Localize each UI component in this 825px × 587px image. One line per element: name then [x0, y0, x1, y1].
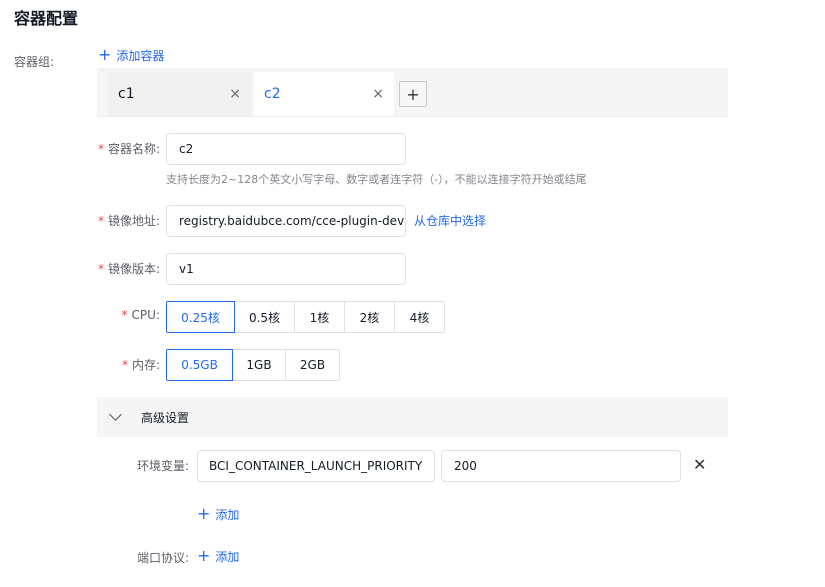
tab-c2[interactable]: c2 ×: [254, 72, 394, 116]
cpu-option[interactable]: 2核: [344, 301, 395, 333]
image-address-input[interactable]: registry.baidubce.com/cce-plugin-dev: [166, 205, 406, 237]
required-mark: *: [121, 358, 128, 372]
plus-icon: +: [98, 45, 112, 64]
memory-option[interactable]: 0.5GB: [166, 349, 233, 381]
tab-c1[interactable]: c1 ×: [108, 72, 251, 116]
required-mark: *: [97, 214, 104, 228]
memory-selector: 0.5GB 1GB 2GB: [166, 349, 340, 381]
required-mark: *: [121, 308, 128, 322]
memory-option[interactable]: 1GB: [232, 349, 286, 381]
cpu-option[interactable]: 1核: [294, 301, 345, 333]
container-tabs: c1 × c2 × +: [97, 68, 728, 117]
add-tab-button[interactable]: +: [399, 81, 427, 107]
env-var-value-input[interactable]: 200: [441, 450, 681, 482]
add-container-button[interactable]: + 添加容器: [98, 46, 164, 64]
add-env-var-label: 添加: [215, 507, 240, 522]
advanced-settings-title: 高级设置: [141, 410, 190, 425]
close-icon[interactable]: ✕: [693, 455, 706, 474]
cpu-selector: 0.25核 0.5核 1核 2核 4核: [166, 301, 445, 333]
port-protocol-label: 端口协议:: [137, 551, 190, 565]
container-name-label: * 容器名称:: [97, 142, 160, 156]
select-from-repo-link[interactable]: 从仓库中选择: [414, 212, 486, 229]
add-port-button[interactable]: + 添加: [197, 547, 239, 565]
plus-icon: +: [197, 504, 211, 523]
image-version-label: * 镜像版本:: [97, 262, 160, 276]
tab-label: c2: [264, 86, 281, 102]
advanced-settings-toggle[interactable]: 高级设置: [97, 397, 728, 437]
env-var-key-input[interactable]: BCI_CONTAINER_LAUNCH_PRIORITY: [197, 450, 435, 482]
container-group-label: 容器组:: [14, 55, 55, 69]
required-mark: *: [97, 142, 104, 156]
plus-icon: +: [197, 546, 211, 565]
image-version-input[interactable]: v1: [166, 253, 406, 285]
close-icon[interactable]: ×: [372, 86, 384, 102]
page-title: 容器配置: [14, 9, 79, 28]
required-mark: *: [97, 262, 104, 276]
container-name-input[interactable]: c2: [166, 133, 406, 165]
cpu-label: * CPU:: [121, 308, 160, 322]
close-icon[interactable]: ×: [229, 86, 241, 102]
image-address-label: * 镜像地址:: [97, 214, 160, 228]
cpu-option[interactable]: 0.5核: [234, 301, 295, 333]
cpu-option[interactable]: 4核: [394, 301, 445, 333]
chevron-down-icon: [109, 408, 122, 421]
plus-icon: +: [406, 84, 420, 104]
env-var-label: 环境变量:: [137, 459, 190, 473]
add-container-label: 添加容器: [116, 48, 165, 63]
add-port-label: 添加: [215, 549, 240, 564]
container-name-hint: 支持长度为2~128个英文小写字母、数字或者连字符（-），不能以连接字符开始或结…: [166, 173, 587, 186]
tab-label: c1: [118, 86, 135, 102]
cpu-option[interactable]: 0.25核: [166, 301, 235, 333]
memory-label: * 内存:: [121, 358, 160, 372]
memory-option[interactable]: 2GB: [285, 349, 340, 381]
add-env-var-button[interactable]: + 添加: [197, 505, 239, 523]
